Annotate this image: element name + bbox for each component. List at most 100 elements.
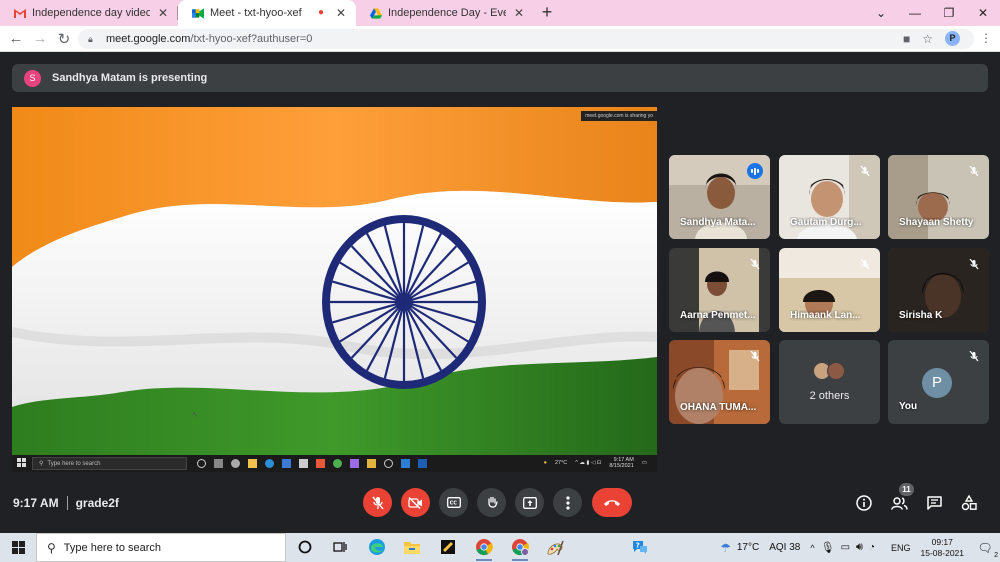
participant-tile-6[interactable]: Sirisha K — [888, 248, 989, 332]
bookmark-star-icon[interactable]: ☆ — [922, 32, 933, 46]
minimize-icon[interactable]: — — [898, 6, 932, 20]
muted-mic-icon — [857, 163, 873, 179]
microphone-icon[interactable]: 🎙︎ — [821, 541, 835, 554]
taskbar-search-box[interactable]: ⚲ Type here to search — [36, 533, 286, 562]
shared-tray: ● 27°C ^ ☁ ▮ ◁ ⊡ 9:17 AM 8/15/2021 ▭ — [544, 457, 647, 469]
meet-icon — [192, 7, 204, 19]
clock-date: 15-08-2021 — [920, 547, 964, 558]
hang-up-icon — [604, 499, 620, 506]
tab-search-icon[interactable]: ⌄ — [864, 6, 898, 20]
cortana-icon — [298, 540, 312, 554]
participant-tile-5[interactable]: Himaank Lan... — [779, 248, 880, 332]
present-now-button[interactable] — [515, 488, 544, 517]
show-hidden-icons-icon[interactable]: ^ — [810, 543, 814, 553]
participant-tile-7[interactable]: OHANA TUMA... — [669, 340, 770, 424]
url-path: /txt-hyoo-xef?authuser=0 — [190, 33, 313, 45]
tab-close-icon[interactable]: ✕ — [156, 6, 170, 20]
participant-name: Sandhya Mata... — [680, 217, 756, 228]
raise-hand-button[interactable] — [477, 488, 506, 517]
chrome-icon — [476, 539, 493, 556]
presenting-text: Sandhya Matam is presenting — [52, 72, 208, 84]
shared-search-box: ⚲ Type here to search — [32, 457, 187, 470]
chat-button[interactable] — [923, 492, 945, 514]
taskbar-file-explorer[interactable] — [400, 535, 424, 559]
taskbar-clock[interactable]: 09:17 15-08-2021 — [921, 537, 964, 559]
weather-cloud-icon[interactable]: ☂ — [720, 541, 731, 555]
tab-close-icon[interactable]: ✕ — [512, 6, 526, 20]
meeting-details-button[interactable] — [853, 492, 875, 514]
volume-icon[interactable]: 🔊︎ — [856, 541, 863, 554]
participant-tile-2[interactable]: Gautam Durg... — [779, 155, 880, 239]
cortana-button[interactable] — [293, 535, 317, 559]
participant-count-badge: 11 — [899, 483, 914, 496]
address-bar[interactable]: 🔒︎ meet.google.com/txt-hyoo-xef?authuser… — [78, 29, 974, 49]
back-icon[interactable]: ← — [4, 30, 28, 47]
network-icon[interactable]: ◔ — [869, 542, 875, 553]
action-center-button[interactable]: 🗨︎ 2 — [974, 540, 998, 559]
battery-icon[interactable]: ▭ — [841, 542, 850, 553]
meeting-code[interactable]: grade2f — [76, 496, 119, 510]
taskbar-help[interactable]: ? — [628, 535, 652, 559]
weather-temperature[interactable]: 17°C — [737, 542, 759, 553]
shared-settings-icon — [231, 459, 240, 468]
taskbar-edge[interactable] — [365, 535, 389, 559]
shared-windows-logo-icon — [17, 458, 26, 467]
url-host: meet.google.com — [106, 33, 191, 45]
lock-icon[interactable]: 🔒︎ — [88, 34, 98, 45]
help-icon: ? — [633, 541, 647, 554]
chrome-profile-icon — [512, 539, 529, 556]
activities-button[interactable] — [958, 492, 980, 514]
meeting-info: 9:17 AM grade2f — [13, 496, 119, 510]
start-button[interactable] — [0, 533, 36, 562]
participant-name: Aarna Penmet... — [680, 310, 756, 321]
tab-gmail[interactable]: Independence day video link - p ✕ — [0, 0, 178, 26]
mic-off-icon — [371, 496, 384, 509]
svg-text:CC: CC — [449, 501, 457, 507]
leave-call-button[interactable] — [592, 488, 632, 517]
captions-button[interactable]: CC — [439, 488, 468, 517]
input-language[interactable]: ENG — [891, 543, 911, 553]
taskbar-chrome-profile[interactable] — [508, 535, 532, 561]
shared-search-icon: ⚲ — [39, 461, 44, 467]
camera-toggle-button[interactable] — [401, 488, 430, 517]
participant-tile-1[interactable]: Sandhya Mata... — [669, 155, 770, 239]
gmail-icon — [14, 7, 26, 19]
browser-menu-icon[interactable]: ⋮ — [980, 31, 992, 45]
tab-drive[interactable]: Independence Day - Event Video ✕ — [356, 0, 534, 26]
mic-toggle-button[interactable] — [363, 488, 392, 517]
muted-mic-icon — [747, 348, 763, 364]
task-view-button[interactable] — [328, 535, 352, 559]
participant-tile-you[interactable]: P You — [888, 340, 989, 424]
shared-sun-icon: ● — [543, 460, 547, 466]
shared-chrome-icon — [333, 459, 342, 468]
taskbar-sticky-notes[interactable] — [436, 535, 460, 559]
tab-close-icon[interactable]: ✕ — [334, 6, 348, 20]
more-options-button[interactable] — [553, 488, 582, 517]
windows-logo-icon — [11, 541, 25, 554]
search-icon: ⚲ — [47, 540, 56, 555]
participant-tile-others[interactable]: 2 others — [779, 340, 880, 424]
activities-icon — [961, 495, 977, 511]
maximize-icon[interactable]: ❐ — [932, 6, 966, 20]
present-screen-icon — [522, 496, 537, 509]
camera-in-use-icon[interactable]: ■ — [903, 32, 910, 46]
new-tab-button[interactable]: + — [534, 0, 560, 26]
others-label: 2 others — [809, 390, 850, 402]
taskbar-chrome[interactable] — [472, 535, 496, 561]
shared-edge-icon — [265, 459, 274, 468]
chat-icon — [926, 496, 942, 510]
indian-flag-image: ↖ — [12, 107, 657, 472]
shared-notification-icon: ▭ — [641, 460, 647, 466]
close-window-icon[interactable]: ✕ — [966, 6, 1000, 20]
profile-avatar[interactable]: P — [945, 31, 960, 46]
forward-icon[interactable]: → — [28, 30, 52, 47]
participant-tile-4[interactable]: Aarna Penmet... — [669, 248, 770, 332]
participant-tile-3[interactable]: Shayaan Shetty — [888, 155, 989, 239]
shared-taskview-icon — [214, 459, 223, 468]
tab-meet[interactable]: Meet - txt-hyoo-xef ● ✕ — [178, 0, 356, 26]
taskbar-paint[interactable] — [543, 535, 567, 559]
reload-icon[interactable]: ↻ — [52, 30, 76, 48]
notification-icon: 🗨︎ — [977, 540, 993, 555]
task-view-icon — [333, 542, 347, 552]
air-quality[interactable]: AQI 38 — [769, 542, 800, 553]
